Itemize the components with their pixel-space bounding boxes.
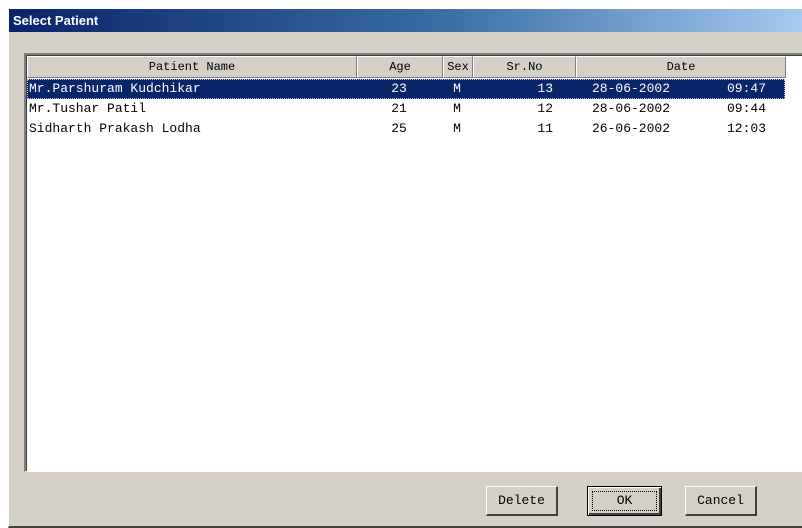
ok-button[interactable]: OK [587, 486, 662, 516]
patient-list[interactable]: Patient Name Age Sex Sr.No Date Mr.Parsh… [24, 53, 802, 472]
cell-age: 23 [391, 81, 407, 96]
cell-age: 25 [391, 121, 407, 136]
column-header-sex[interactable]: Sex [443, 56, 473, 78]
cell-date: 28-06-2002 [592, 101, 671, 116]
cancel-button[interactable]: Cancel [685, 486, 757, 516]
cell-date: 26-06-2002 [592, 121, 671, 136]
cell-patient-name: Sidharth Prakash Lodha [29, 121, 201, 136]
cell-time: 09:47 [727, 81, 767, 96]
column-header-sr-no[interactable]: Sr.No [473, 56, 576, 78]
cell-time: 12:03 [727, 121, 767, 136]
delete-button[interactable]: Delete [486, 486, 558, 516]
cell-sex: M [453, 81, 461, 96]
cell-sex: M [453, 101, 461, 116]
cell-patient-name: Mr.Parshuram Kudchikar [29, 81, 201, 96]
list-rows: Mr.Parshuram Kudchikar 23 M 13 28-06-200… [27, 79, 802, 139]
column-header-patient-name[interactable]: Patient Name [27, 56, 357, 78]
cell-sex: M [453, 121, 461, 136]
table-row[interactable]: Sidharth Prakash Lodha 25 M 11 26-06-200… [27, 119, 785, 139]
list-header: Patient Name Age Sex Sr.No Date [27, 56, 802, 78]
cell-patient-name: Mr.Tushar Patil [29, 101, 147, 116]
cell-age: 21 [391, 101, 407, 116]
select-patient-dialog: Select Patient Patient Name Age Sex Sr.N… [8, 8, 802, 528]
cell-sr-no: 13 [537, 81, 553, 96]
dialog-title[interactable]: Select Patient [9, 9, 802, 32]
table-row[interactable]: Mr.Parshuram Kudchikar 23 M 13 28-06-200… [27, 79, 785, 99]
ok-button-label: OK [592, 491, 657, 511]
cell-date: 28-06-2002 [592, 81, 671, 96]
column-header-age[interactable]: Age [357, 56, 443, 78]
cell-sr-no: 11 [537, 121, 553, 136]
column-header-date[interactable]: Date [576, 56, 786, 78]
cell-time: 09:44 [727, 101, 767, 116]
table-row[interactable]: Mr.Tushar Patil 21 M 12 28-06-2002 09:44 [27, 99, 785, 119]
cell-sr-no: 12 [537, 101, 553, 116]
